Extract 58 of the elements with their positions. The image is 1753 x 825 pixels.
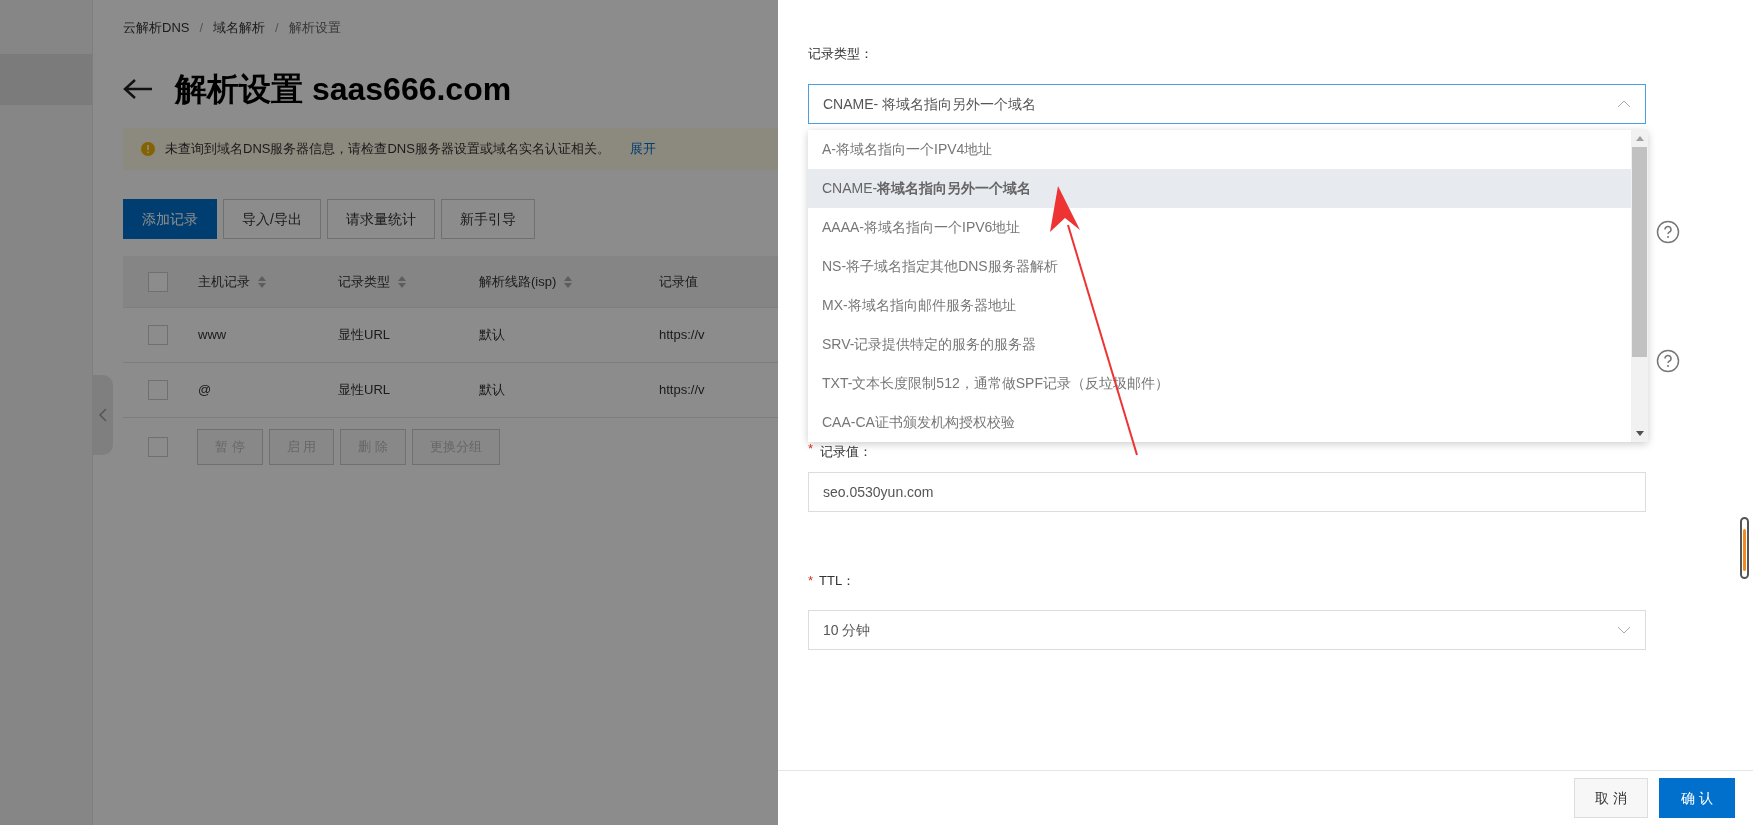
chevron-left-icon [99, 408, 107, 422]
dropdown-option[interactable]: AAAA-将域名指向一个IPV6地址 [808, 208, 1631, 247]
checkbox[interactable] [148, 325, 168, 345]
caret-up-icon [1617, 100, 1631, 108]
breadcrumb-link[interactable]: 域名解析 [213, 18, 266, 38]
alert-message: 未查询到域名DNS服务器信息，请检查DNS服务器设置或域名实名认证相关。 [165, 140, 610, 159]
column-header[interactable]: 主机记录 [198, 271, 266, 292]
dropdown-option[interactable]: MX-将域名指向邮件服务器地址 [808, 286, 1631, 325]
table-cell-text: 默认 [479, 326, 506, 345]
table-cell-text: 显性URL [338, 326, 391, 345]
required-mark: * [808, 440, 814, 458]
table-cell-text: 显性URL [338, 381, 391, 400]
scroll-thumb[interactable] [1632, 147, 1647, 357]
table-cell-text: 默认 [479, 381, 506, 400]
dropdown-option[interactable]: NS-将子域名指定其他DNS服务器解析 [808, 247, 1631, 286]
checkbox[interactable] [148, 380, 168, 400]
checkbox[interactable] [148, 437, 168, 457]
help-icon[interactable] [1656, 220, 1680, 244]
breadcrumb-separator: / [275, 19, 279, 38]
expand-link[interactable]: 展开 [629, 139, 656, 159]
required-mark: * [808, 572, 814, 591]
table-cell-text: @ [198, 381, 213, 400]
sort-icon[interactable] [258, 274, 266, 289]
caret-down-icon [1617, 626, 1631, 634]
ttl-select[interactable]: 10 分钟 [808, 610, 1646, 650]
toolbar-button[interactable]: 导入/导出 [223, 199, 321, 239]
breadcrumb-link[interactable]: 云解析DNS [123, 18, 190, 38]
field-label: 记录值： [820, 443, 872, 461]
dropdown-option[interactable]: A-将域名指向一个IPV4地址 [808, 130, 1631, 169]
column-header[interactable]: 记录类型 [338, 271, 406, 292]
column-header: 记录值 [659, 272, 698, 291]
column-header[interactable]: 解析线路(isp) [479, 271, 573, 292]
record-type-select[interactable]: CNAME- 将域名指向另外一个域名 [808, 84, 1646, 124]
field-label: TTL： [819, 572, 856, 591]
table-cell-text: https://v [659, 381, 706, 400]
back-arrow-icon[interactable] [123, 78, 153, 100]
collapse-tab[interactable] [93, 375, 113, 455]
dropdown-option[interactable]: CAA-CA证书颁发机构授权校验 [808, 403, 1631, 442]
scrollbar[interactable] [1631, 130, 1648, 442]
table-cell-text: www [198, 326, 228, 345]
checkbox[interactable] [148, 271, 168, 292]
cancel-button[interactable]: 取 消 [1574, 778, 1648, 818]
page-scrollbar[interactable] [1740, 517, 1749, 579]
toolbar-button[interactable]: 请求量统计 [326, 199, 435, 239]
help-icon[interactable] [1656, 349, 1680, 373]
toolbar-button[interactable]: 新手引导 [440, 199, 535, 239]
toolbar-button[interactable]: 添加记录 [123, 199, 217, 239]
dropdown-option[interactable]: SRV-记录提供特定的服务的服务器 [808, 325, 1631, 364]
sort-icon[interactable] [398, 274, 406, 289]
breadcrumb-separator: / [199, 19, 204, 38]
sort-icon[interactable] [564, 274, 573, 289]
field-label: 记录类型： [808, 45, 874, 62]
confirm-button[interactable]: 确 认 [1659, 778, 1735, 818]
dropdown-option[interactable]: CNAME-将域名指向另外一个域名 [808, 169, 1631, 208]
record-value-field[interactable]: seo.0530yun.com [808, 472, 1646, 512]
page-title: 解析设置 saas666.com [175, 70, 512, 109]
warning-icon [141, 142, 155, 156]
table-cell-text: https://v [659, 326, 706, 345]
